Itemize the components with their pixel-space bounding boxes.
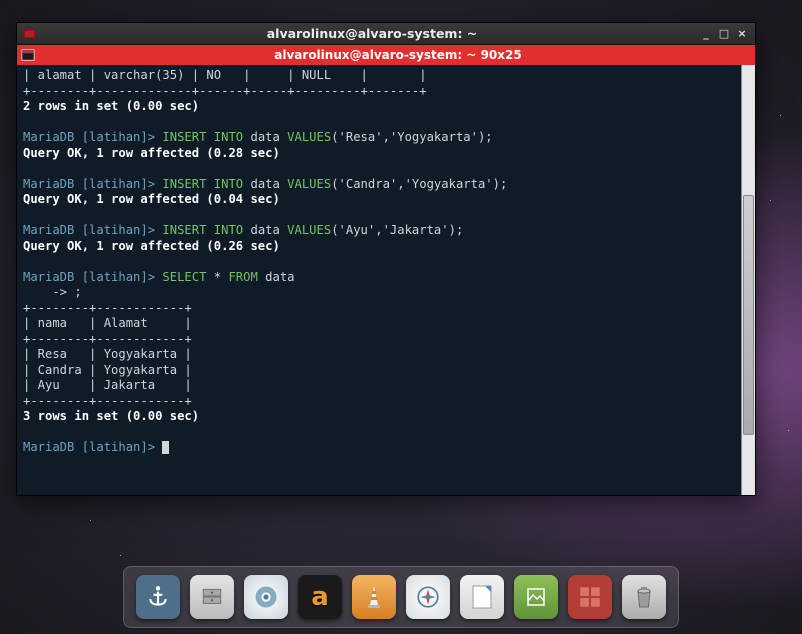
dock-item-compass[interactable] [406, 575, 450, 619]
window-titlebar[interactable]: alvarolinux@alvaro-system: ~ _ □ × [17, 23, 755, 45]
terminal-tabbar[interactable]: alvarolinux@alvaro-system: ~ 90x25 [17, 45, 755, 65]
window-app-icon [21, 26, 37, 42]
dock: a [123, 566, 679, 628]
dock-item-audacious[interactable]: a [298, 575, 342, 619]
query-ok-msg: Query OK, 1 row affected (0.28 sec) [23, 146, 280, 160]
dock-item-drawing[interactable] [514, 575, 558, 619]
maximize-button[interactable]: □ [719, 29, 729, 39]
dock-item-chromium[interactable] [244, 575, 288, 619]
dock-item-vlc[interactable] [352, 575, 396, 619]
terminal-tab-title: alvarolinux@alvaro-system: ~ 90x25 [41, 48, 755, 62]
terminal-scrollbar[interactable] [741, 65, 755, 495]
mariadb-prompt: MariaDB [latihan]> [23, 130, 155, 144]
dock-item-trash[interactable] [622, 575, 666, 619]
window-title: alvarolinux@alvaro-system: ~ [43, 26, 701, 41]
terminal-tab-icon [19, 46, 37, 64]
terminal-output[interactable]: | alamat | varchar(35) | NO | | NULL | |… [17, 65, 755, 495]
minimize-button[interactable]: _ [701, 29, 711, 39]
close-button[interactable]: × [737, 29, 747, 39]
terminal-window: alvarolinux@alvaro-system: ~ _ □ × alvar… [16, 22, 756, 496]
result-row-count: 2 rows in set (0.00 sec) [23, 99, 199, 113]
dock-item-anchor[interactable] [136, 575, 180, 619]
terminal-cursor [162, 441, 169, 454]
dock-item-files[interactable] [190, 575, 234, 619]
result-row-count: 3 rows in set (0.00 sec) [23, 409, 199, 423]
scrollbar-thumb[interactable] [743, 195, 754, 435]
dock-item-workspaces[interactable] [568, 575, 612, 619]
dock-item-libreoffice[interactable] [460, 575, 504, 619]
